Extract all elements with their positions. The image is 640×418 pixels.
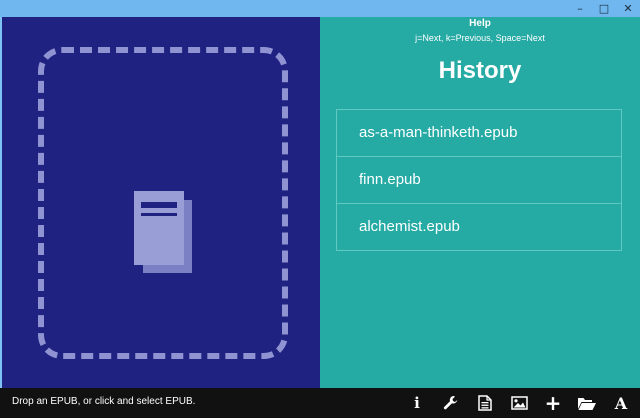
folder-glyph [578, 397, 596, 410]
history-item-as-a-man-thinketh[interactable]: as-a-man-thinketh.epub [337, 110, 621, 157]
history-title: History [438, 57, 522, 84]
plus-icon[interactable]: + [542, 391, 564, 415]
font-label: A [614, 393, 628, 413]
wrench-icon[interactable] [440, 393, 462, 413]
toolbar: i + A [394, 391, 632, 415]
info-icon[interactable]: i [406, 393, 428, 413]
document-glyph [478, 395, 492, 411]
book-icon[interactable] [132, 189, 194, 275]
maximize-button[interactable]: □ [596, 1, 612, 16]
wrench-glyph [443, 396, 458, 410]
window-controls: – □ ✕ [572, 1, 636, 16]
history-panel: Help j=Next, k=Previous, Space=Next Hist… [320, 17, 640, 388]
font-icon[interactable]: A [610, 393, 632, 413]
image-icon[interactable] [508, 393, 530, 413]
status-bar: Drop an EPUB, or click and select EPUB. … [0, 388, 640, 418]
status-text: Drop an EPUB, or click and select EPUB. [12, 396, 196, 407]
window-titlebar: – □ ✕ [0, 0, 640, 17]
info-label: i [414, 394, 420, 412]
image-glyph [510, 396, 528, 410]
history-list: as-a-man-thinketh.epub finn.epub alchemi… [336, 109, 622, 251]
folder-open-icon[interactable] [576, 393, 598, 413]
history-item-finn[interactable]: finn.epub [337, 157, 621, 204]
drop-panel[interactable] [0, 17, 320, 388]
help-title: Help [469, 18, 491, 29]
help-keys: j=Next, k=Previous, Space=Next [415, 33, 545, 43]
history-item-alchemist[interactable]: alchemist.epub [337, 204, 621, 250]
add-label: + [544, 391, 562, 415]
close-button[interactable]: ✕ [620, 1, 636, 16]
minimize-button[interactable]: – [572, 1, 588, 16]
document-icon[interactable] [474, 393, 496, 413]
